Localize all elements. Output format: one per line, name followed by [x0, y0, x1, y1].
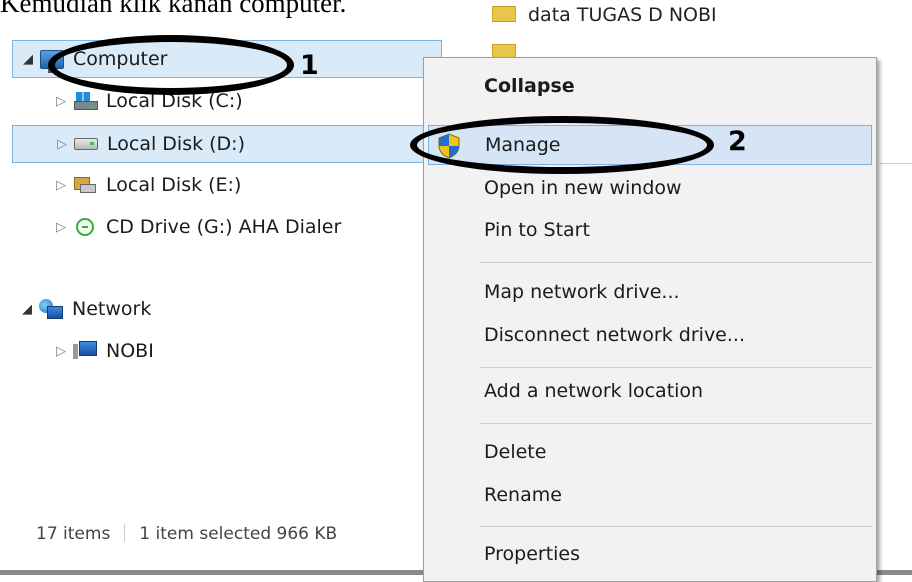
tree-item-label: NOBI: [106, 340, 154, 362]
expanded-arrow-icon[interactable]: ◢: [16, 302, 38, 317]
menu-item-label: Delete: [484, 441, 547, 463]
menu-item-label: Map network drive...: [484, 281, 680, 303]
tree-item-local-disk-e[interactable]: ▷ Local Disk (E:): [12, 166, 442, 204]
menu-item-label: Collapse: [484, 75, 575, 97]
menu-item-open-new-window[interactable]: Open in new window: [428, 168, 872, 208]
menu-item-delete[interactable]: Delete: [428, 432, 872, 472]
annotation-ellipse-manage: [410, 116, 714, 174]
menu-item-label: Pin to Start: [484, 219, 590, 241]
collapsed-arrow-icon[interactable]: ▷: [50, 178, 72, 193]
status-selection: 1 item selected 966 KB: [139, 524, 338, 544]
tree-item-label: Network: [72, 298, 152, 320]
menu-item-rename[interactable]: Rename: [428, 475, 872, 515]
tree-item-network[interactable]: ◢ Network: [12, 290, 442, 328]
network-computer-icon: [73, 341, 97, 361]
annotation-ellipse-computer: [48, 35, 294, 95]
status-bar: 17 items 1 item selected 966 KB: [36, 524, 337, 544]
menu-item-disconnect-network-drive[interactable]: Disconnect network drive...: [428, 315, 872, 355]
cd-drive-icon: [76, 218, 94, 236]
hard-drive-icon: [74, 138, 98, 150]
status-divider: [124, 524, 126, 542]
tree-item-nobi[interactable]: ▷ NOBI: [12, 332, 442, 370]
menu-separator: [480, 423, 872, 424]
collapsed-arrow-icon[interactable]: ▷: [51, 137, 73, 152]
tree-item-local-disk-d[interactable]: ▷ Local Disk (D:): [12, 125, 442, 163]
divider: [880, 163, 912, 164]
collapsed-arrow-icon[interactable]: ▷: [50, 94, 72, 109]
folder-icon: [492, 6, 516, 22]
tree-item-label: Local Disk (D:): [107, 133, 245, 155]
tutorial-caption: Kemudian klik kanan computer.: [0, 0, 347, 18]
image-drive-icon: [74, 177, 96, 193]
menu-item-label: Properties: [484, 543, 581, 565]
status-items-count: 17 items: [36, 524, 111, 544]
tree-item-label: CD Drive (G:) AHA Dialer: [106, 216, 342, 238]
folder-item-label: data TUGAS D NOBI: [528, 4, 717, 26]
network-icon: [39, 299, 63, 319]
menu-separator: [480, 262, 872, 263]
collapsed-arrow-icon[interactable]: ▷: [50, 220, 72, 235]
expanded-arrow-icon[interactable]: ◢: [17, 52, 39, 67]
menu-item-add-network-location[interactable]: Add a network location: [428, 371, 872, 411]
menu-separator: [480, 367, 872, 368]
windows-drive-icon: [74, 92, 98, 110]
menu-item-label: Disconnect network drive...: [484, 324, 745, 346]
collapsed-arrow-icon[interactable]: ▷: [50, 344, 72, 359]
menu-item-map-network-drive[interactable]: Map network drive...: [428, 272, 872, 312]
menu-item-collapse[interactable]: Collapse: [428, 66, 872, 106]
menu-item-label: Rename: [484, 484, 562, 506]
tree-item-label: Local Disk (E:): [106, 174, 242, 196]
annotation-step-1: 1: [300, 50, 319, 81]
menu-item-label: Open in new window: [484, 177, 682, 199]
folder-item-data-tugas[interactable]: data TUGAS D NOBI: [492, 4, 717, 30]
menu-separator: [480, 526, 872, 527]
menu-item-pin-to-start[interactable]: Pin to Start: [428, 210, 872, 250]
menu-item-properties[interactable]: Properties: [428, 534, 872, 574]
menu-item-label: Add a network location: [484, 380, 704, 402]
tree-item-cd-drive[interactable]: ▷ CD Drive (G:) AHA Dialer: [12, 208, 442, 246]
annotation-step-2: 2: [728, 126, 747, 157]
